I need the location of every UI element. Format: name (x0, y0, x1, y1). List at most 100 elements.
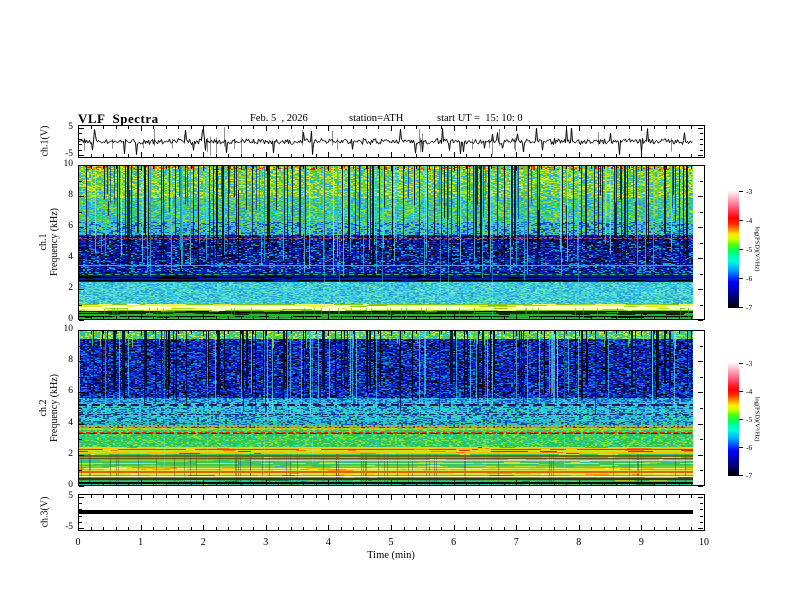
x-tick (653, 331, 655, 334)
x-tick (616, 495, 618, 498)
x-tick (365, 166, 367, 169)
x-tick (528, 331, 530, 334)
x-tick (353, 495, 355, 498)
y-tick-label: 10 (63, 324, 74, 334)
ch1-spectrogram-canvas (79, 166, 693, 319)
x-tick (190, 166, 192, 169)
x-tick (128, 154, 130, 157)
x-tick (541, 331, 543, 334)
y-tick (79, 330, 84, 331)
x-tick (641, 314, 643, 319)
y-tick (79, 165, 84, 166)
x-tick (641, 331, 643, 336)
colorbar-tick (739, 447, 743, 448)
x-tick (441, 495, 443, 498)
x-tick (178, 154, 180, 157)
x-tick (240, 527, 242, 530)
x-tick (603, 331, 605, 334)
x-tick (353, 154, 355, 157)
x-tick (678, 331, 680, 334)
x-tick (190, 331, 192, 334)
x-tick (666, 331, 668, 334)
x-tick (566, 527, 568, 530)
y-tick (698, 424, 703, 425)
x-tick (315, 126, 317, 129)
colorbar-tick-label: -6 (746, 443, 753, 452)
y-minor-tick (700, 346, 703, 347)
x-tick (378, 495, 380, 498)
x-tick (190, 316, 192, 319)
x-tick (491, 482, 493, 485)
x-tick (340, 126, 342, 129)
x-tick (303, 482, 305, 485)
x-tick (203, 166, 205, 171)
y-tick (698, 486, 703, 487)
x-tick (215, 316, 217, 319)
x-tick (491, 154, 493, 157)
x-tick (103, 154, 105, 157)
x-tick (653, 126, 655, 129)
colorbar-tick-label: -5 (746, 415, 753, 424)
x-tick (441, 482, 443, 485)
x-tick (253, 527, 255, 530)
y-tick-label: 0 (68, 480, 73, 490)
x-tick (353, 331, 355, 334)
x-tick (466, 495, 468, 498)
y-minor-tick (79, 470, 82, 471)
x-tick (704, 495, 705, 500)
x-tick (240, 482, 242, 485)
x-tick (704, 480, 705, 485)
x-tick (153, 316, 155, 319)
x-tick (165, 154, 167, 157)
y-minor-tick (79, 274, 82, 275)
x-tick (178, 316, 180, 319)
x-tick (265, 525, 267, 530)
x-tick (103, 316, 105, 319)
x-tick (103, 527, 105, 530)
y-tick (79, 258, 84, 259)
x-tick (140, 495, 142, 500)
x-tick (278, 126, 280, 129)
x-tick (503, 495, 505, 498)
colorbar-tick (739, 249, 743, 250)
x-tick (140, 126, 142, 131)
x-tick (365, 126, 367, 129)
x-tick (491, 126, 493, 129)
x-tick (503, 527, 505, 530)
x-tick (228, 527, 230, 530)
x-tick (503, 166, 505, 169)
x-tick (215, 527, 217, 530)
x-tick (666, 495, 668, 498)
y-tick (698, 320, 703, 321)
x-tick (516, 495, 518, 500)
x-tick (278, 331, 280, 334)
x-tick (403, 126, 405, 129)
x-tick (416, 154, 418, 157)
x-tick (678, 527, 680, 530)
y-minor-tick (79, 144, 82, 145)
x-tick (466, 126, 468, 129)
x-tick (578, 166, 580, 171)
x-tick (340, 316, 342, 319)
x-tick (128, 331, 130, 334)
y-minor-tick (79, 181, 82, 182)
x-tick (578, 331, 580, 336)
x-tick (666, 527, 668, 530)
y-tick (698, 455, 703, 456)
colorbar-tick (739, 419, 743, 420)
x-tick (265, 152, 267, 157)
x-tick (628, 126, 630, 129)
x-tick (278, 482, 280, 485)
y-tick-label: 5 (68, 491, 73, 501)
x-tick (315, 331, 317, 334)
colorbar-tick-label: -4 (746, 216, 753, 225)
x-tick (403, 316, 405, 319)
colorbar-tick (739, 363, 743, 364)
x-tick (478, 527, 480, 530)
x-tick (403, 331, 405, 334)
x-tick (378, 482, 380, 485)
y-tick (698, 258, 703, 259)
x-tick (240, 126, 242, 129)
colorbar-tick (739, 220, 743, 221)
y-tick (698, 196, 703, 197)
